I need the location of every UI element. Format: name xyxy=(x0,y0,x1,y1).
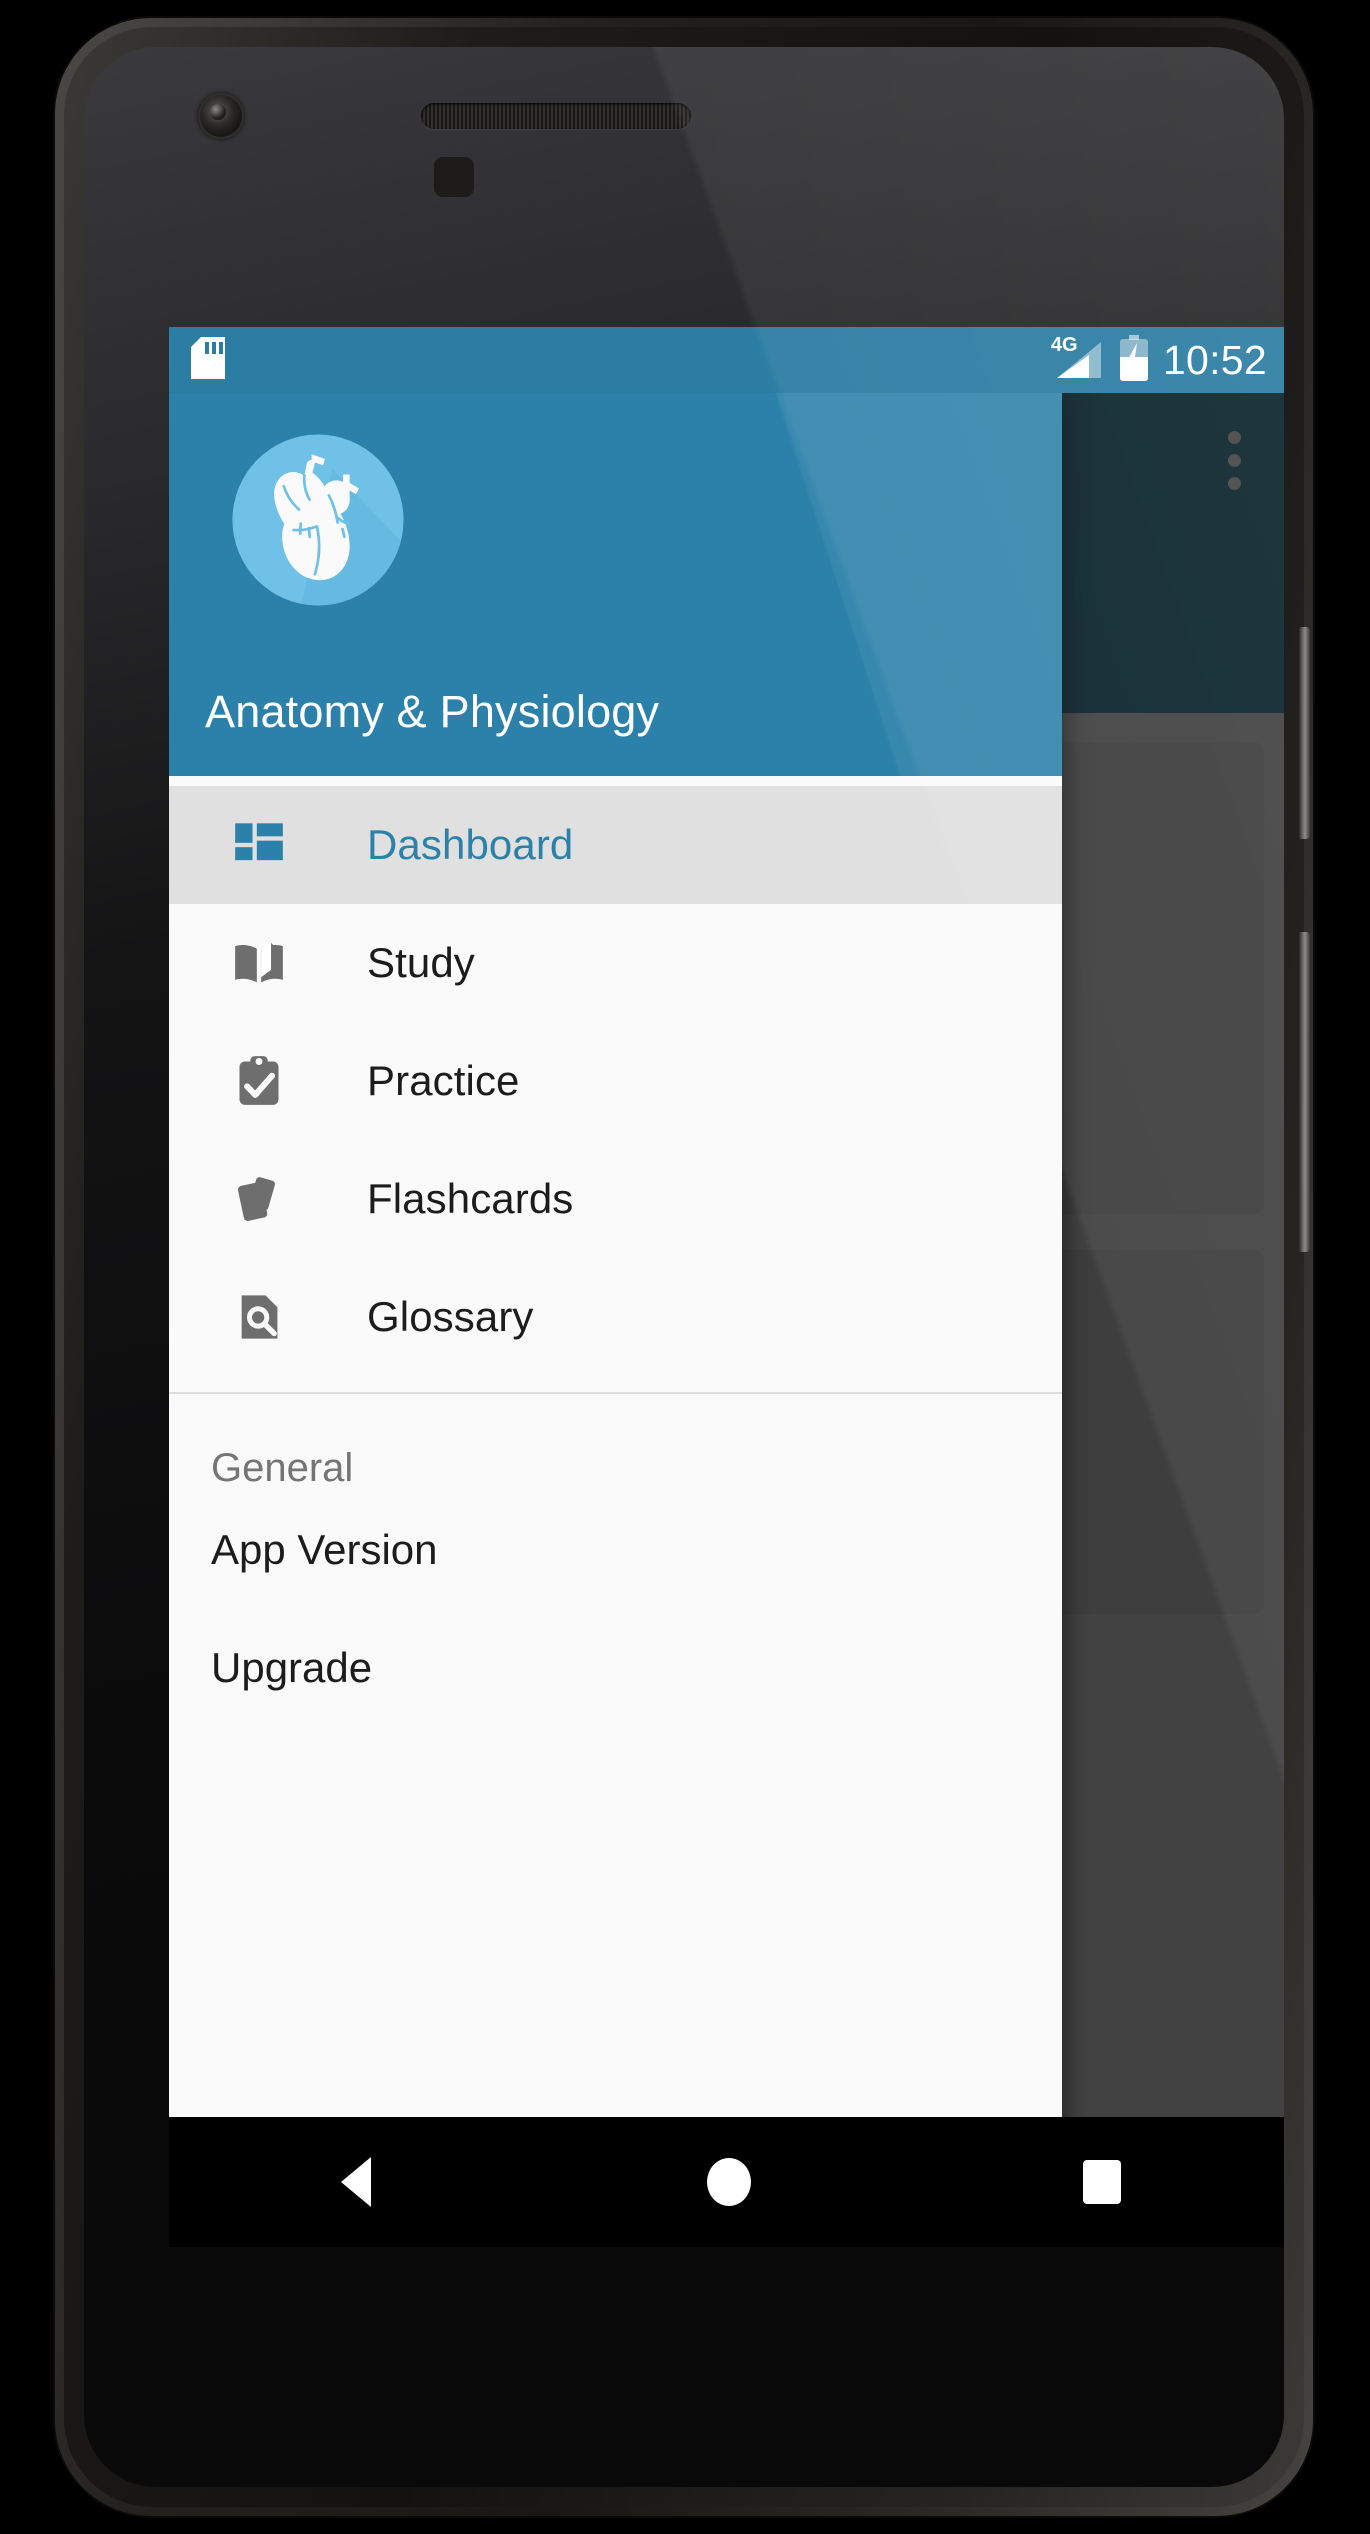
drawer-header: Anatomy & Physiology xyxy=(169,393,1062,776)
android-system-nav-bar xyxy=(169,2117,1284,2247)
flashcards-icon xyxy=(229,1169,289,1229)
nav-home-button[interactable] xyxy=(654,2117,804,2247)
status-bar-right: 4G 10:52 xyxy=(1049,334,1267,386)
drawer-item-label: Study xyxy=(367,939,475,986)
drawer-item-practice[interactable]: Practice xyxy=(169,1022,1062,1140)
drawer-item-glossary[interactable]: Glossary xyxy=(169,1258,1062,1376)
nav-recents-button[interactable] xyxy=(1027,2117,1177,2247)
document-search-icon xyxy=(229,1287,289,1347)
status-bar: 4G 10:52 xyxy=(169,327,1284,393)
anatomical-heart-logo xyxy=(227,429,409,611)
phone-glass-front: 4G 10:52 Anatomy & Physiology Dashboard … xyxy=(84,47,1284,2487)
front-camera-icon xyxy=(200,95,242,137)
proximity-sensor xyxy=(434,157,474,197)
volume-rocker-button[interactable] xyxy=(1299,932,1310,1252)
open-book-icon xyxy=(229,933,289,993)
drawer-menu-list: Dashboard Study Practice Flashcards Glos… xyxy=(169,776,1062,2247)
status-bar-left xyxy=(191,336,225,384)
nav-home-icon xyxy=(706,2158,751,2206)
drawer-item-label: Flashcards xyxy=(367,1175,574,1222)
general-section-label: General xyxy=(211,1446,354,1490)
navigation-drawer: Anatomy & Physiology Dashboard Study Pra… xyxy=(169,393,1062,2247)
app-title: Anatomy & Physiology xyxy=(205,686,660,737)
nav-back-button[interactable] xyxy=(281,2117,431,2247)
phone-device-frame: 4G 10:52 Anatomy & Physiology Dashboard … xyxy=(55,18,1313,2516)
clipboard-check-icon xyxy=(229,1051,289,1111)
drawer-item-study[interactable]: Study xyxy=(169,904,1062,1022)
sd-card-icon xyxy=(191,336,225,384)
drawer-item-label: Glossary xyxy=(367,1293,534,1340)
drawer-item-app-version[interactable]: App Version xyxy=(169,1491,1062,1609)
status-bar-clock: 10:52 xyxy=(1162,336,1267,383)
drawer-item-label: Practice xyxy=(367,1057,520,1104)
nav-back-icon xyxy=(340,2157,371,2207)
battery-charging-icon xyxy=(1118,334,1150,386)
power-button[interactable] xyxy=(1299,627,1310,839)
phone-body: 4G 10:52 Anatomy & Physiology Dashboard … xyxy=(64,27,1310,2507)
dashboard-grid-icon xyxy=(229,815,289,875)
drawer-item-upgrade[interactable]: Upgrade xyxy=(169,1609,1062,1727)
signal-bars-icon: 4G xyxy=(1049,335,1105,382)
drawer-item-label: Dashboard xyxy=(367,821,574,868)
drawer-item-dashboard[interactable]: Dashboard xyxy=(169,786,1062,904)
nav-recents-icon xyxy=(1083,2160,1122,2204)
earpiece-speaker xyxy=(421,103,691,129)
drawer-item-flashcards[interactable]: Flashcards xyxy=(169,1140,1062,1258)
phone-screen: 4G 10:52 Anatomy & Physiology Dashboard … xyxy=(169,327,1284,2247)
